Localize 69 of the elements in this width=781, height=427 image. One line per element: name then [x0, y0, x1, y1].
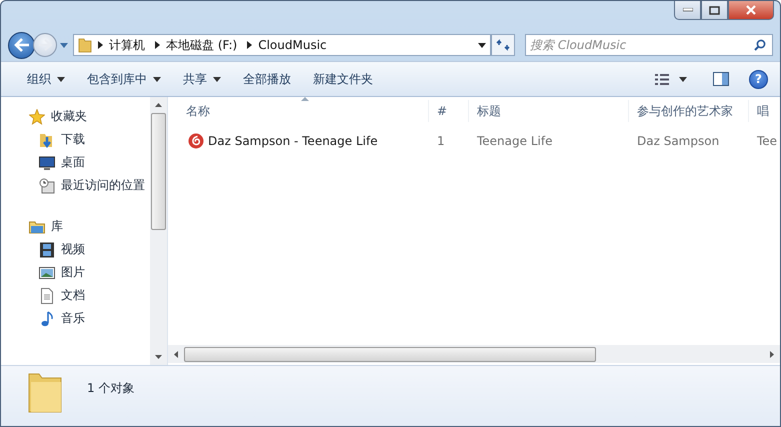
preview-pane-icon[interactable] — [713, 72, 729, 86]
refresh-arrows-icon — [496, 39, 510, 51]
scroll-right-arrow-icon[interactable] — [770, 350, 774, 358]
column-header[interactable]: 唱 — [749, 100, 780, 122]
scroll-down-arrow-icon[interactable] — [155, 355, 162, 359]
clock-icon — [39, 178, 55, 194]
chevron-icon[interactable] — [98, 41, 103, 49]
breadcrumb-item[interactable]: 本地磁盘 (F:) — [166, 36, 238, 54]
column-header[interactable]: 标题 — [469, 100, 629, 122]
search-icon[interactable] — [754, 39, 766, 51]
monitor-icon — [39, 154, 55, 170]
column-header[interactable]: # — [429, 100, 469, 122]
maximize-button[interactable] — [701, 1, 728, 20]
chevron-icon[interactable] — [155, 41, 160, 49]
horizontal-scrollbar[interactable] — [168, 345, 780, 363]
breadcrumb-item[interactable]: CloudMusic — [258, 38, 327, 52]
toolbar-button[interactable]: 包含到库中 — [79, 66, 169, 92]
column-header[interactable]: 参与创作的艺术家 — [629, 100, 749, 122]
caret-icon[interactable] — [153, 76, 161, 82]
scroll-up-arrow-icon[interactable] — [155, 103, 162, 107]
sidebar-item[interactable]: 收藏夹 — [1, 107, 150, 126]
breadcrumb-item[interactable]: 计算机 — [109, 36, 145, 54]
maximize-icon — [709, 6, 720, 14]
table-cell-text: Tee — [756, 134, 778, 148]
music-note-icon — [39, 310, 55, 326]
download-folder-icon — [39, 132, 55, 148]
scroll-left-arrow-icon[interactable] — [174, 350, 178, 358]
sidebar-item[interactable]: 桌面 — [1, 153, 150, 172]
address-bar[interactable]: 计算机 本地磁盘 (F:) CloudMusic — [73, 34, 491, 56]
picture-icon — [39, 264, 55, 280]
minimize-button[interactable] — [674, 1, 701, 20]
back-button[interactable] — [8, 32, 35, 58]
star-icon — [29, 108, 45, 124]
sidebar-item[interactable]: 库 — [1, 217, 150, 236]
document-icon — [39, 288, 55, 304]
folder-icon — [78, 37, 92, 53]
sidebar-item[interactable]: 音乐 — [1, 309, 150, 328]
film-icon — [39, 242, 55, 258]
sidebar-item[interactable]: 最近访问的位置 — [1, 176, 150, 195]
toolbar-button[interactable]: 新建文件夹 — [305, 66, 381, 92]
table-cell-text: Daz Sampson — [636, 134, 720, 148]
refresh-button[interactable] — [491, 34, 515, 56]
sidebar-item[interactable]: 下载 — [1, 130, 150, 149]
close-icon — [745, 5, 757, 15]
vertical-scrollbar[interactable] — [150, 97, 167, 365]
file-name[interactable]: Daz Sampson - Teenage Life — [208, 134, 378, 148]
caret-icon[interactable] — [57, 76, 65, 82]
table-cell-text: Teenage Life — [476, 134, 554, 148]
dropdown-caret-icon[interactable] — [478, 42, 486, 48]
toolbar-button[interactable]: 全部播放 — [235, 66, 299, 92]
search-field[interactable]: 搜索 CloudMusic — [525, 34, 773, 56]
toolbar-button[interactable]: 组织 — [19, 66, 73, 92]
library-folder-icon — [29, 218, 45, 234]
sidebar-item[interactable]: 文档 — [1, 286, 150, 305]
column-header[interactable]: 名称 — [168, 100, 429, 122]
back-arrow-icon — [14, 38, 30, 52]
chevron-icon[interactable] — [247, 41, 252, 49]
caret-icon[interactable] — [213, 76, 221, 82]
forward-arrow-icon — [38, 39, 52, 51]
close-button[interactable] — [728, 1, 774, 20]
status-text: 1 个对象 — [87, 380, 134, 397]
minimize-icon — [682, 8, 692, 12]
sidebar-item[interactable]: 图片 — [1, 263, 150, 282]
view-options-icon[interactable] — [655, 74, 669, 84]
caret-icon[interactable] — [679, 76, 687, 82]
music-app-icon — [188, 133, 204, 149]
sidebar-item[interactable]: 视频 — [1, 240, 150, 259]
toolbar-button[interactable]: 共享 — [175, 66, 229, 92]
table-cell-text: 1 — [436, 134, 446, 148]
